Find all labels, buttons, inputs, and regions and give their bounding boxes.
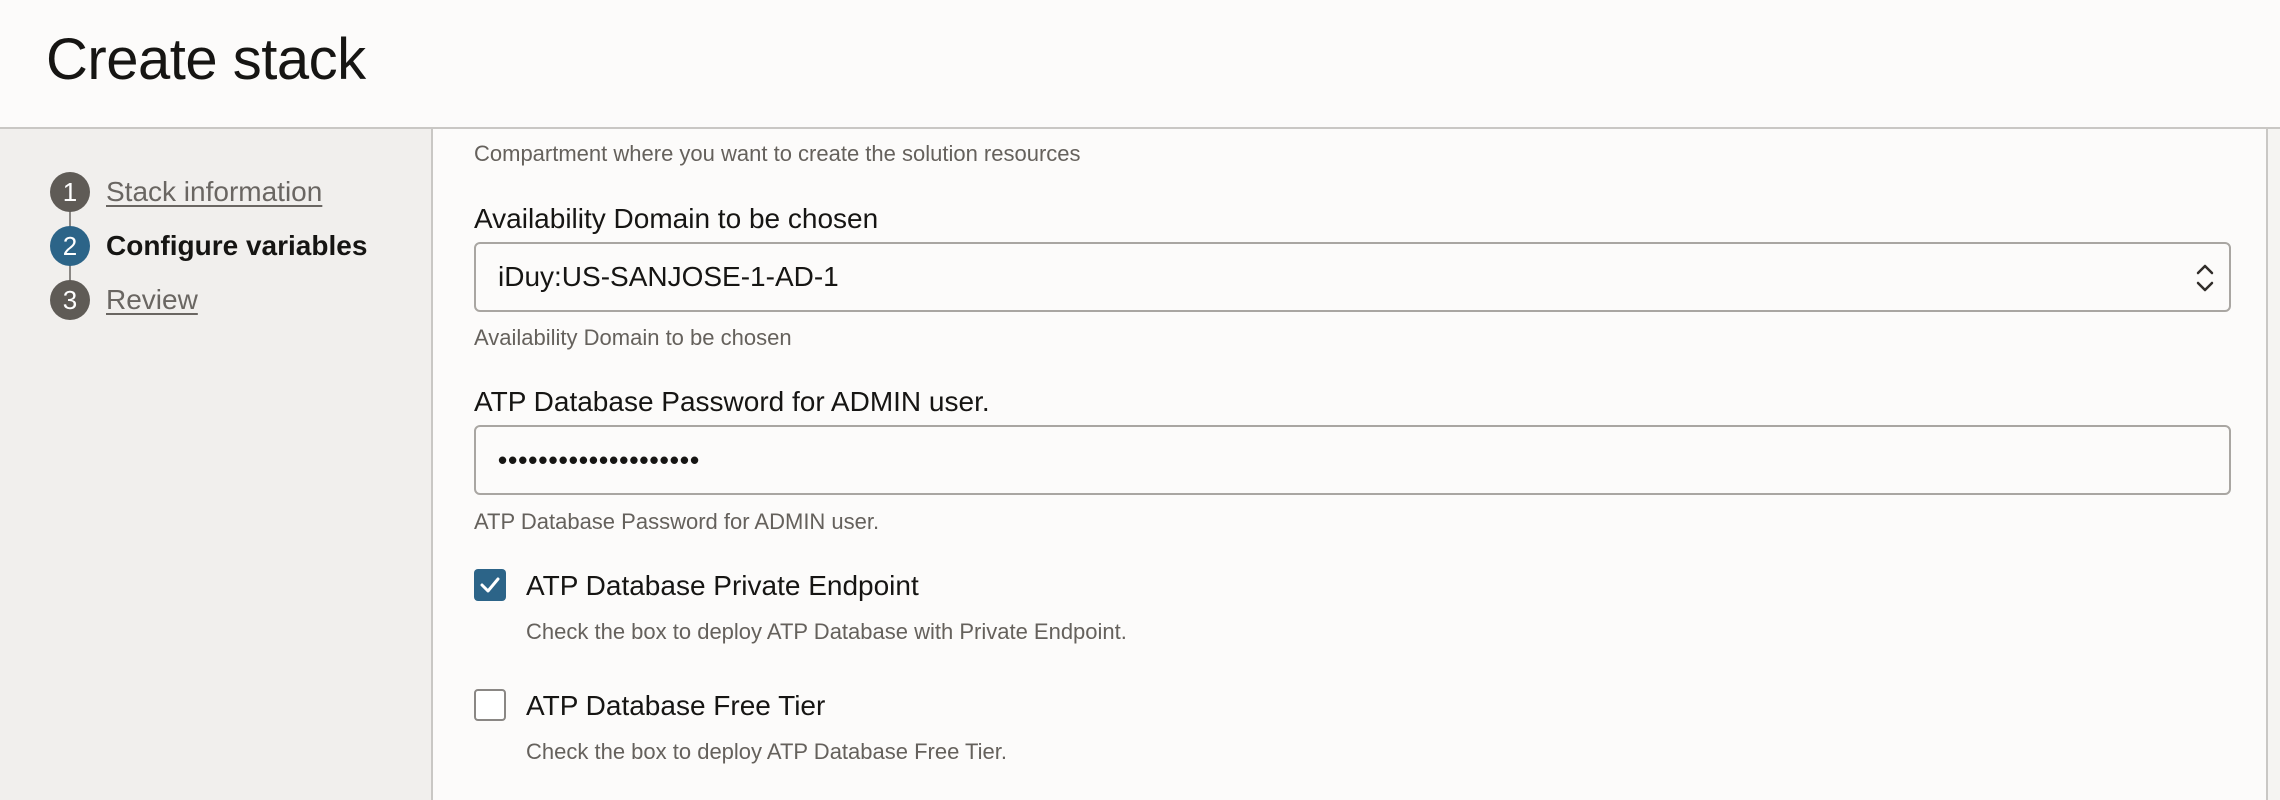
step-review[interactable]: 3 Review — [50, 280, 198, 320]
page-header: Create stack — [0, 0, 2280, 129]
step-stack-information-link[interactable]: Stack information — [106, 176, 322, 208]
free-tier-label[interactable]: ATP Database Free Tier — [526, 690, 825, 722]
availability-domain-label: Availability Domain to be chosen — [474, 203, 879, 234]
free-tier-help: Check the box to deploy ATP Database Fre… — [526, 739, 1008, 764]
atp-password-help: ATP Database Password for ADMIN user. — [474, 509, 880, 534]
availability-domain-select[interactable]: iDuy:US-SANJOSE-1-AD-1 — [474, 242, 2231, 312]
private-endpoint-help: Check the box to deploy ATP Database wit… — [526, 619, 1127, 644]
availability-domain-help: Availability Domain to be chosen — [474, 325, 792, 350]
step-3-number: 3 — [50, 280, 90, 320]
availability-domain-value: iDuy:US-SANJOSE-1-AD-1 — [498, 261, 839, 292]
variables-form: Compartment where you want to create the… — [431, 129, 2268, 800]
free-tier-checkbox[interactable] — [474, 689, 506, 721]
step-configure-variables: 2 Configure variables — [50, 226, 367, 266]
compartment-help-text: Compartment where you want to create the… — [474, 141, 1081, 166]
page-title: Create stack — [46, 27, 366, 92]
checkmark-icon — [480, 577, 500, 593]
step-1-number: 1 — [50, 172, 90, 212]
private-endpoint-label[interactable]: ATP Database Private Endpoint — [526, 570, 919, 602]
step-review-link[interactable]: Review — [106, 284, 198, 316]
atp-password-value: •••••••••••••••••••• — [498, 444, 701, 475]
private-endpoint-checkbox[interactable] — [474, 569, 506, 601]
step-configure-variables-label: Configure variables — [106, 230, 368, 261]
step-stack-information[interactable]: 1 Stack information — [50, 172, 322, 212]
steps-sidebar: 1 Stack information 2 Configure variable… — [0, 129, 431, 800]
atp-password-label: ATP Database Password for ADMIN user. — [474, 386, 990, 417]
step-2-number: 2 — [50, 226, 90, 266]
atp-password-input[interactable]: •••••••••••••••••••• — [474, 425, 2231, 495]
select-chevron-icon — [2196, 264, 2214, 292]
